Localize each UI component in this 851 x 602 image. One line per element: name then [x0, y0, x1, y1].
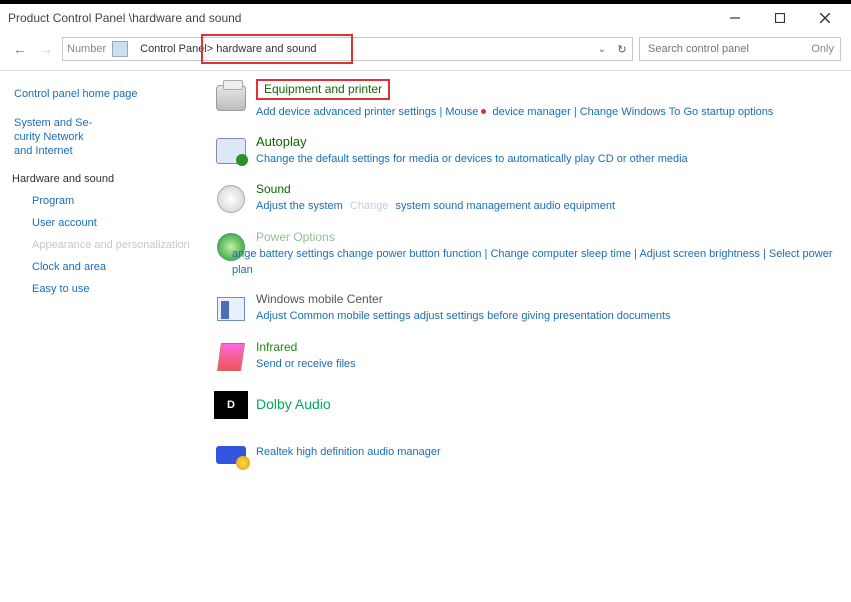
search-field[interactable] — [646, 42, 811, 56]
realtek-title[interactable]: Realtek high definition audio manager — [256, 446, 441, 458]
power-title[interactable]: Power Options — [256, 230, 335, 244]
sidebar-item-program[interactable]: Program — [32, 195, 200, 207]
forward-button[interactable]: → — [36, 39, 56, 59]
main-content: Equipment and printer Add device advance… — [210, 71, 851, 602]
close-button[interactable] — [802, 6, 847, 30]
maximize-button[interactable] — [757, 6, 802, 30]
devices-title[interactable]: Equipment and printer — [256, 79, 390, 100]
breadcrumb[interactable]: Number Control Panel> hardware and sound… — [62, 37, 633, 61]
toolbar: ← → Number Control Panel> hardware and s… — [0, 32, 851, 66]
mobile-icon — [214, 292, 248, 326]
devices-sub-2[interactable]: device manager | Change Windows To Go st… — [493, 106, 774, 118]
autoplay-subs[interactable]: Change the default settings for media or… — [256, 152, 847, 167]
printer-icon — [214, 81, 248, 115]
mobile-title[interactable]: Windows mobile Center — [256, 292, 383, 306]
autoplay-icon — [214, 134, 248, 168]
category-autoplay: Autoplay Change the default settings for… — [214, 134, 847, 168]
sound-sub-a[interactable]: Adjust the system — [256, 200, 343, 212]
minimize-button[interactable] — [712, 6, 757, 30]
category-infrared: Infrared Send or receive files — [214, 340, 847, 374]
breadcrumb-text: Control Panel> hardware and sound — [140, 43, 316, 55]
sidebar-item-easy[interactable]: Easy to use — [32, 283, 200, 295]
sidebar-item-clock[interactable]: Clock and area — [32, 261, 200, 273]
sidebar: Control panel home page System and Se- c… — [0, 71, 210, 602]
titlebar: Product Control Panel \hardware and soun… — [0, 4, 851, 32]
sidebar-item-user[interactable]: User account — [32, 217, 200, 229]
sound-subs: Adjust the system Change system sound ma… — [256, 199, 847, 214]
red-dot-icon — [481, 109, 486, 114]
search-only-label: Only — [811, 43, 834, 55]
refresh-button[interactable]: ↻ — [612, 43, 632, 56]
sound-title[interactable]: Sound — [256, 182, 291, 196]
sound-icon — [214, 182, 248, 216]
devices-subs: Add device advanced printer settings | M… — [256, 105, 847, 120]
power-subs[interactable]: ange battery settings change power butto… — [232, 247, 847, 278]
sidebar-item-appearance[interactable]: Appearance and personalization — [32, 239, 200, 251]
sidebar-home[interactable]: Control panel home page — [14, 87, 200, 102]
infrared-icon — [214, 340, 248, 374]
sidebar-current: Hardware and sound — [12, 173, 200, 185]
back-button[interactable]: ← — [10, 39, 30, 59]
category-dolby: D Dolby Audio — [214, 388, 847, 422]
sound-sub-b[interactable]: system sound management audio equipment — [396, 200, 616, 212]
search-input[interactable]: Only — [639, 37, 841, 61]
mobile-subs[interactable]: Adjust Common mobile settings adjust set… — [256, 309, 847, 324]
infrared-subs[interactable]: Send or receive files — [256, 357, 847, 372]
dolby-icon: D — [214, 388, 248, 422]
control-panel-icon — [112, 41, 128, 57]
devices-sub-1[interactable]: Add device advanced printer settings | M… — [256, 106, 478, 118]
number-label: Number — [67, 43, 106, 55]
autoplay-title[interactable]: Autoplay — [256, 134, 307, 149]
chevron-down-icon[interactable]: ⌄ — [598, 44, 606, 55]
dolby-title[interactable]: Dolby Audio — [256, 396, 331, 412]
infrared-title[interactable]: Infrared — [256, 340, 297, 354]
category-power: Power Options ange battery settings chan… — [214, 230, 847, 278]
sound-sub-change[interactable]: Change — [350, 200, 389, 212]
window-title: Product Control Panel \hardware and soun… — [8, 11, 712, 25]
realtek-icon — [214, 436, 248, 470]
category-mobile: Windows mobile Center Adjust Common mobi… — [214, 292, 847, 326]
sidebar-system[interactable]: System and Se- curity Network and Intern… — [14, 116, 200, 159]
category-devices: Equipment and printer Add device advance… — [214, 81, 847, 120]
category-realtek: Realtek high definition audio manager — [214, 436, 847, 470]
category-sound: Sound Adjust the system Change system so… — [214, 182, 847, 216]
